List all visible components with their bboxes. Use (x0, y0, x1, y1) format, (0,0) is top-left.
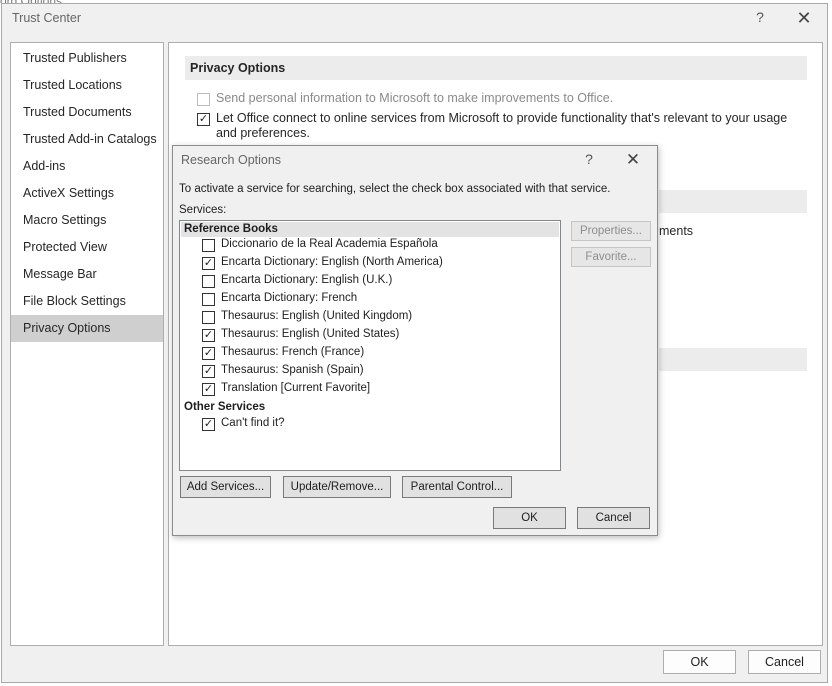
service-label: Encarta Dictionary: English (North Ameri… (221, 256, 443, 268)
cancel-button[interactable]: Cancel (748, 650, 821, 674)
sidebar-item-trusted-add-in-catalogs[interactable]: Trusted Add-in Catalogs (11, 126, 163, 153)
service-label: Thesaurus: French (France) (221, 346, 365, 358)
parental-control-button[interactable]: Parental Control... (402, 476, 512, 498)
section-header: Privacy Options (185, 56, 807, 80)
service-checkbox[interactable]: ✓ (202, 418, 215, 431)
update-remove-button[interactable]: Update/Remove... (283, 476, 391, 498)
list-item[interactable]: ✓ Thesaurus: English (United States) (202, 327, 552, 345)
trust-center-titlebar: Trust Center ? ✕ (2, 4, 827, 34)
service-checkbox[interactable] (202, 293, 215, 306)
add-services-button[interactable]: Add Services... (180, 476, 271, 498)
partially-hidden-text: ments (659, 224, 694, 238)
cancel-button[interactable]: Cancel (577, 507, 650, 529)
services-label: Services: (179, 204, 227, 216)
service-label: Thesaurus: English (United Kingdom) (221, 310, 413, 322)
list-item[interactable]: Thesaurus: English (United Kingdom) (202, 309, 552, 327)
service-label: Encarta Dictionary: English (U.K.) (221, 274, 393, 286)
trust-center-sidebar: Trusted Publishers Trusted Locations Tru… (10, 42, 164, 646)
service-checkbox[interactable] (202, 275, 215, 288)
sidebar-item-trusted-documents[interactable]: Trusted Documents (11, 99, 163, 126)
list-item[interactable]: ✓ Encarta Dictionary: English (North Ame… (202, 255, 552, 273)
service-checkbox[interactable]: ✓ (202, 347, 215, 360)
service-label: Encarta Dictionary: French (221, 292, 358, 304)
ok-button[interactable]: OK (663, 650, 736, 674)
sidebar-item-trusted-locations[interactable]: Trusted Locations (11, 72, 163, 99)
trust-center-title: Trust Center (12, 11, 82, 25)
list-item[interactable]: ✓ Translation [Current Favorite] (202, 381, 552, 399)
sidebar-item-privacy-options[interactable]: Privacy Options (11, 315, 163, 342)
send-info-label: Send personal information to Microsoft t… (216, 91, 614, 105)
research-options-dialog: Research Options ? ✕ To activate a servi… (172, 145, 658, 536)
service-checkbox[interactable]: ✓ (202, 257, 215, 270)
favorite-button[interactable]: Favorite... (571, 247, 651, 267)
services-list[interactable]: Reference Books Diccionario de la Real A… (179, 220, 561, 471)
dialog-title: Research Options (181, 153, 282, 167)
service-label: Can't find it? (221, 417, 285, 429)
service-label: Translation [Current Favorite] (221, 382, 371, 394)
sidebar-item-activex-settings[interactable]: ActiveX Settings (11, 180, 163, 207)
properties-button[interactable]: Properties... (571, 221, 651, 241)
ok-button[interactable]: OK (493, 507, 566, 529)
service-checkbox[interactable]: ✓ (202, 383, 215, 396)
sidebar-item-message-bar[interactable]: Message Bar (11, 261, 163, 288)
close-icon[interactable]: ✕ (622, 149, 644, 171)
sidebar-item-add-ins[interactable]: Add-ins (11, 153, 163, 180)
service-checkbox[interactable] (202, 239, 215, 252)
service-label: Thesaurus: English (United States) (221, 328, 400, 340)
list-item[interactable]: ✓ Thesaurus: Spanish (Spain) (202, 363, 552, 381)
service-checkbox[interactable] (202, 311, 215, 324)
list-item[interactable]: Diccionario de la Real Academia Española (202, 237, 552, 255)
group-label-other-services: Other Services (184, 401, 266, 413)
instruction-text: To activate a service for searching, sel… (179, 183, 611, 195)
list-item[interactable]: Encarta Dictionary: English (U.K.) (202, 273, 552, 291)
list-item[interactable]: ✓ Can't find it? (202, 416, 552, 434)
sidebar-item-trusted-publishers[interactable]: Trusted Publishers (11, 45, 163, 72)
list-item[interactable]: ✓ Thesaurus: French (France) (202, 345, 552, 363)
sidebar-item-macro-settings[interactable]: Macro Settings (11, 207, 163, 234)
list-item[interactable]: Encarta Dictionary: French (202, 291, 552, 309)
section-header (659, 190, 807, 213)
close-icon[interactable]: ✕ (793, 7, 815, 29)
sidebar-item-protected-view[interactable]: Protected View (11, 234, 163, 261)
connect-online-checkbox[interactable]: ✓ (197, 113, 210, 126)
group-label-reference-books: Reference Books (184, 223, 278, 235)
service-label: Diccionario de la Real Academia Española (221, 238, 438, 250)
service-checkbox[interactable]: ✓ (202, 365, 215, 378)
service-checkbox[interactable]: ✓ (202, 329, 215, 342)
help-icon[interactable]: ? (752, 9, 768, 27)
group-header: Reference Books (181, 222, 559, 237)
send-info-checkbox[interactable] (197, 93, 210, 106)
sidebar-item-file-block-settings[interactable]: File Block Settings (11, 288, 163, 315)
section-title: Privacy Options (190, 61, 286, 75)
help-icon[interactable]: ? (581, 151, 597, 167)
section-header (659, 348, 807, 371)
connect-online-label: Let Office connect to online services fr… (216, 111, 788, 140)
service-label: Thesaurus: Spanish (Spain) (221, 364, 364, 376)
